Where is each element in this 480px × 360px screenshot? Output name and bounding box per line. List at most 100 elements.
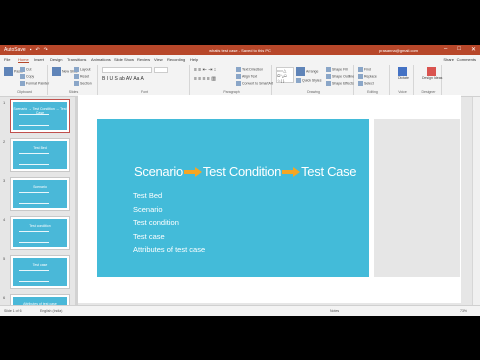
reset-button[interactable]: Reset — [74, 74, 89, 79]
slides-group: New Slide Layout Reset Section Slides — [50, 65, 98, 95]
find-button[interactable]: Find — [358, 67, 371, 72]
select-button[interactable]: Select — [358, 81, 374, 86]
replace-button[interactable]: Replace — [358, 74, 377, 79]
section-button[interactable]: Section — [74, 81, 92, 86]
arrow-right-icon — [183, 166, 202, 177]
select-icon — [358, 81, 363, 86]
slide-number: 4 — [3, 217, 6, 222]
status-bar: Slide 1 of 6 English (India) Notes 73% — [0, 305, 480, 316]
drawing-label: Drawing — [307, 90, 320, 94]
drawing-group: ▭○△ ⬭↘⬠ ☆{ } Arrange Quick Styles Shape Fi… — [274, 65, 354, 95]
headline-test-case: Test Case — [301, 164, 357, 179]
list-item: Test case — [133, 231, 165, 241]
layout-button[interactable]: Layout — [74, 67, 91, 72]
cut-button[interactable]: Cut — [20, 67, 31, 72]
list-item: Test Bed — [133, 191, 163, 200]
tab-view[interactable]: View — [154, 57, 163, 62]
slide-side-panel — [374, 119, 460, 277]
designer-group: Design Ideas Designer — [416, 65, 442, 95]
user-account[interactable]: prasanna@gmail.com — [379, 48, 418, 53]
slide-thumbnail-4[interactable]: 4 Test condition — [3, 216, 70, 250]
tab-design[interactable]: Design — [50, 57, 62, 62]
slide-number: 2 — [3, 139, 6, 144]
language-indicator[interactable]: English (India) — [40, 309, 62, 313]
comments-button[interactable]: Comments — [457, 57, 476, 62]
design-ideas-button[interactable]: Design Ideas — [422, 67, 442, 80]
shape-fill-button[interactable]: Shape Fill — [326, 67, 348, 72]
copy-button[interactable]: Copy — [20, 74, 34, 79]
slide-thumbnail-5[interactable]: 5 Test case — [3, 255, 70, 289]
replace-icon — [358, 74, 363, 79]
search-icon — [358, 67, 363, 72]
tab-recording[interactable]: Recording — [167, 57, 185, 62]
slides-label: Slides — [68, 90, 79, 94]
microphone-icon — [398, 67, 408, 76]
headline-test-condition: Test Condition — [202, 164, 282, 179]
shape-outline-button[interactable]: Shape Outline — [326, 74, 354, 79]
layout-icon — [74, 67, 79, 72]
arrange-button[interactable]: Arrange — [296, 67, 318, 76]
tab-insert[interactable]: Insert — [34, 57, 44, 62]
effects-icon — [326, 81, 331, 86]
tab-review[interactable]: Review — [137, 57, 150, 62]
voice-label: Voice — [398, 90, 407, 94]
tab-help[interactable]: Help — [190, 57, 198, 62]
smartart-button[interactable]: Convert to SmartArt — [236, 81, 273, 86]
font-name-select[interactable] — [102, 67, 152, 73]
maximize-button[interactable]: □ — [457, 46, 461, 53]
editing-group: Find Replace Select Editing — [356, 65, 390, 95]
share-button[interactable]: Share — [443, 57, 454, 62]
align-buttons[interactable]: ≡ ≡ ≡ ≡ ▥ — [194, 76, 216, 82]
list-buttons[interactable]: ≡ ≡ ⇤ ⇥ ↕ — [194, 67, 216, 73]
clipboard-label: Clipboard — [17, 90, 32, 94]
slide-thumbnail-3[interactable]: 3 Scenario — [3, 177, 70, 211]
format-painter-button[interactable]: Format Painter — [20, 81, 49, 86]
slide-bullet-list[interactable]: Test Bed Scenario Test condition Test ca… — [133, 191, 205, 259]
slide-thumbnail-2[interactable]: 2 Test Bed — [3, 138, 70, 172]
slide-thumbnail-1[interactable]: 1 Scenario → Test Condition → Test Case — [3, 99, 70, 133]
quick-styles-button[interactable]: Quick Styles — [296, 78, 321, 83]
notes-button[interactable]: Notes — [330, 309, 339, 313]
font-format-buttons[interactable]: B I U S ab AV Aa A — [102, 76, 144, 82]
slide-number: 3 — [3, 178, 6, 183]
reset-icon — [74, 74, 79, 79]
paint-bucket-icon — [326, 67, 331, 72]
tab-transitions[interactable]: Transitions — [67, 57, 86, 62]
slide-counter: Slide 1 of 6 — [4, 309, 22, 313]
ribbon: Paste Cut Copy Format Painter Clipboard … — [0, 63, 480, 97]
shapes-gallery[interactable]: ▭○△ ⬭↘⬠ ☆{ } — [276, 67, 294, 83]
paragraph-group: ≡ ≡ ⇤ ⇥ ↕ ≡ ≡ ≡ ≡ ▥ Text Direction Align… — [192, 65, 273, 95]
slide-scrollbar[interactable] — [472, 97, 480, 305]
tab-animations[interactable]: Animations — [91, 57, 111, 62]
font-size-select[interactable] — [154, 67, 168, 73]
voice-group: Dictate Voice — [392, 65, 414, 95]
list-item: Scenario — [133, 204, 163, 214]
thumbnail-title: Test condition — [29, 224, 51, 228]
text-direction-button[interactable]: Text Direction — [236, 67, 263, 72]
pen-icon — [326, 74, 331, 79]
tab-file[interactable]: File — [4, 57, 10, 62]
slide-number: 5 — [3, 256, 6, 261]
title-bar: AutoSave ▪ ↶ ↷ whatis test case - Saved … — [0, 45, 480, 55]
paste-icon — [4, 67, 13, 76]
align-text-button[interactable]: Align Text — [236, 74, 257, 79]
thumbnail-title: Scenario — [33, 185, 47, 189]
tab-slide-show[interactable]: Slide Show — [114, 57, 134, 62]
thumbnail-title: Test Bed — [33, 146, 47, 150]
slide-content-box[interactable]: Scenario Test Condition Test Case Test B… — [97, 119, 369, 277]
quick-styles-icon — [296, 78, 301, 83]
shape-effects-button[interactable]: Shape Effects — [326, 81, 354, 86]
dictate-button[interactable]: Dictate — [398, 67, 409, 80]
close-button[interactable]: ✕ — [471, 46, 476, 53]
minimize-button[interactable]: – — [444, 46, 447, 53]
clipboard-group: Paste Cut Copy Format Painter Clipboard — [2, 65, 49, 95]
list-item: Test condition — [133, 218, 179, 227]
window-controls: – □ ✕ — [444, 46, 476, 53]
font-label: Font — [140, 90, 148, 94]
paragraph-label: Paragraph — [223, 90, 240, 94]
headline-scenario: Scenario — [134, 164, 183, 179]
slide-headline[interactable]: Scenario Test Condition Test Case — [134, 164, 357, 179]
slide-thumbnail-pane: 1 Scenario → Test Condition → Test Case … — [0, 97, 76, 316]
zoom-level[interactable]: 73% — [460, 309, 467, 313]
thumbnail-title: Test case — [32, 263, 48, 267]
